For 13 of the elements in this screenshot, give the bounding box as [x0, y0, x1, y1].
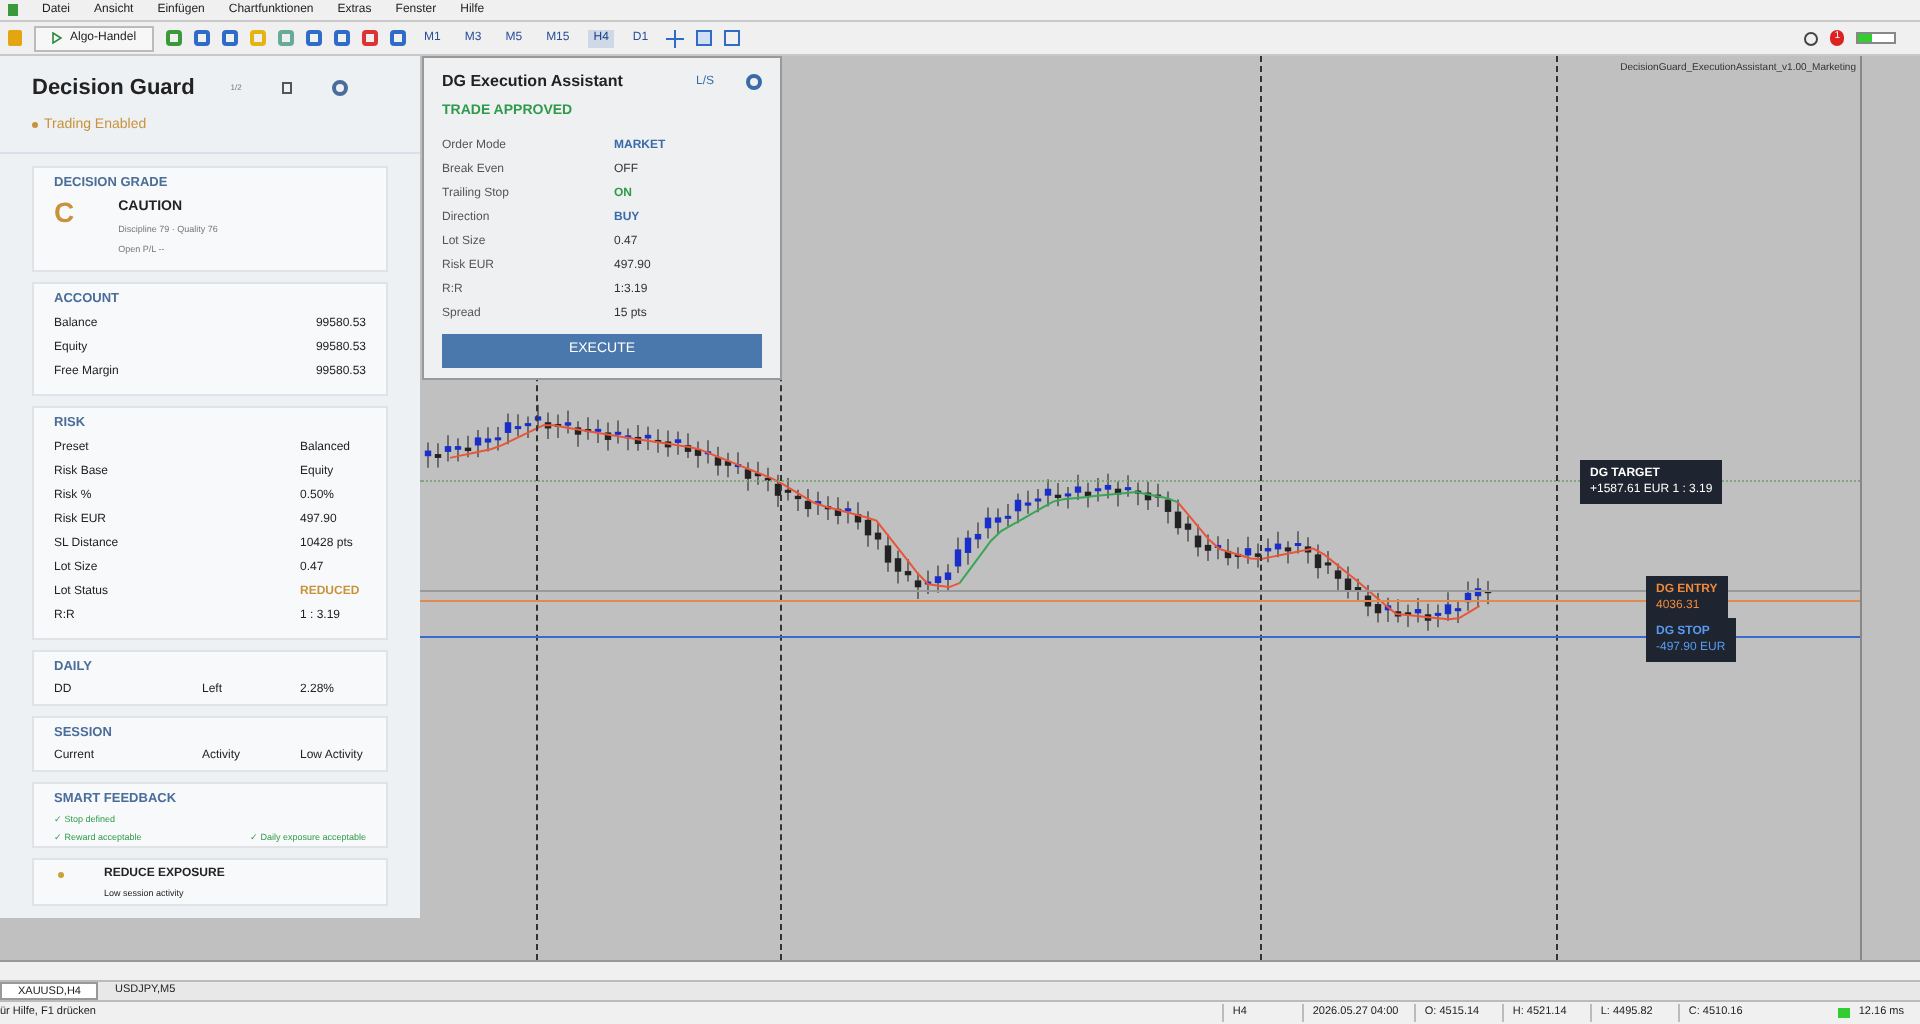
crosshair-icon[interactable]	[666, 29, 685, 47]
panel-title: DG Execution Assistant	[442, 70, 623, 94]
grade-letter: C	[54, 197, 75, 232]
minimize-icon[interactable]	[281, 82, 292, 95]
settings-icon[interactable]	[746, 74, 762, 90]
panel-title: Decision Guard	[32, 74, 195, 104]
cursor-icon[interactable]	[696, 30, 713, 46]
search-icon[interactable]	[1804, 31, 1819, 45]
signal-meter	[1856, 32, 1896, 44]
frame-icon[interactable]	[724, 30, 741, 46]
app-icon	[8, 4, 18, 16]
settings-icon[interactable]	[331, 80, 348, 97]
play-icon	[52, 32, 62, 44]
